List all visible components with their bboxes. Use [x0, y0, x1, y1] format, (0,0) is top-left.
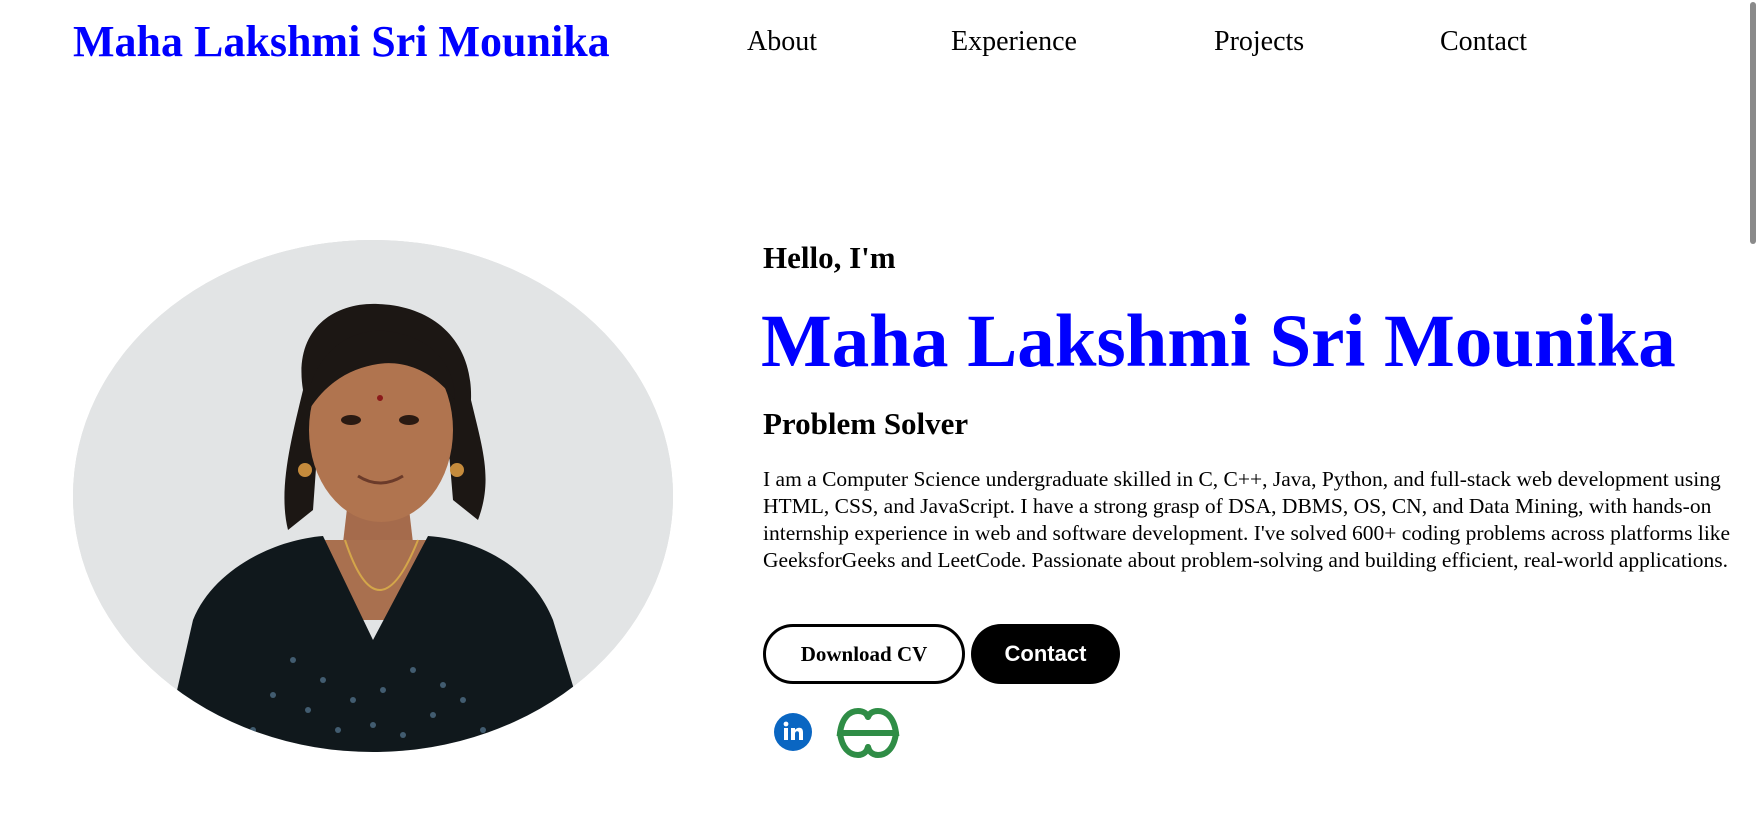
hero-name: Maha Lakshmi Sri Mounika: [761, 300, 1676, 383]
nav-link-about[interactable]: About: [747, 22, 817, 62]
hero-role: Problem Solver: [763, 406, 969, 441]
nav-link-experience[interactable]: Experience: [951, 22, 1077, 62]
profile-photo-illustration: [73, 240, 673, 752]
download-cv-button[interactable]: Download CV: [763, 624, 965, 684]
hero-bio: I am a Computer Science undergraduate sk…: [763, 467, 1731, 572]
geeksforgeeks-icon[interactable]: [836, 703, 900, 761]
nav-brand[interactable]: Maha Lakshmi Sri Mounika: [73, 14, 610, 70]
linkedin-icon[interactable]: [774, 713, 812, 751]
profile-photo: [73, 240, 673, 752]
hero-greeting: Hello, I'm: [763, 240, 896, 275]
nav-link-contact[interactable]: Contact: [1440, 22, 1527, 62]
nav-link-projects[interactable]: Projects: [1214, 22, 1304, 62]
scrollbar-track[interactable]: [1747, 0, 1757, 817]
contact-button[interactable]: Contact: [971, 624, 1120, 684]
portfolio-page: Maha Lakshmi Sri Mounika About Experienc…: [0, 0, 1757, 817]
scrollbar-thumb[interactable]: [1750, 2, 1756, 244]
